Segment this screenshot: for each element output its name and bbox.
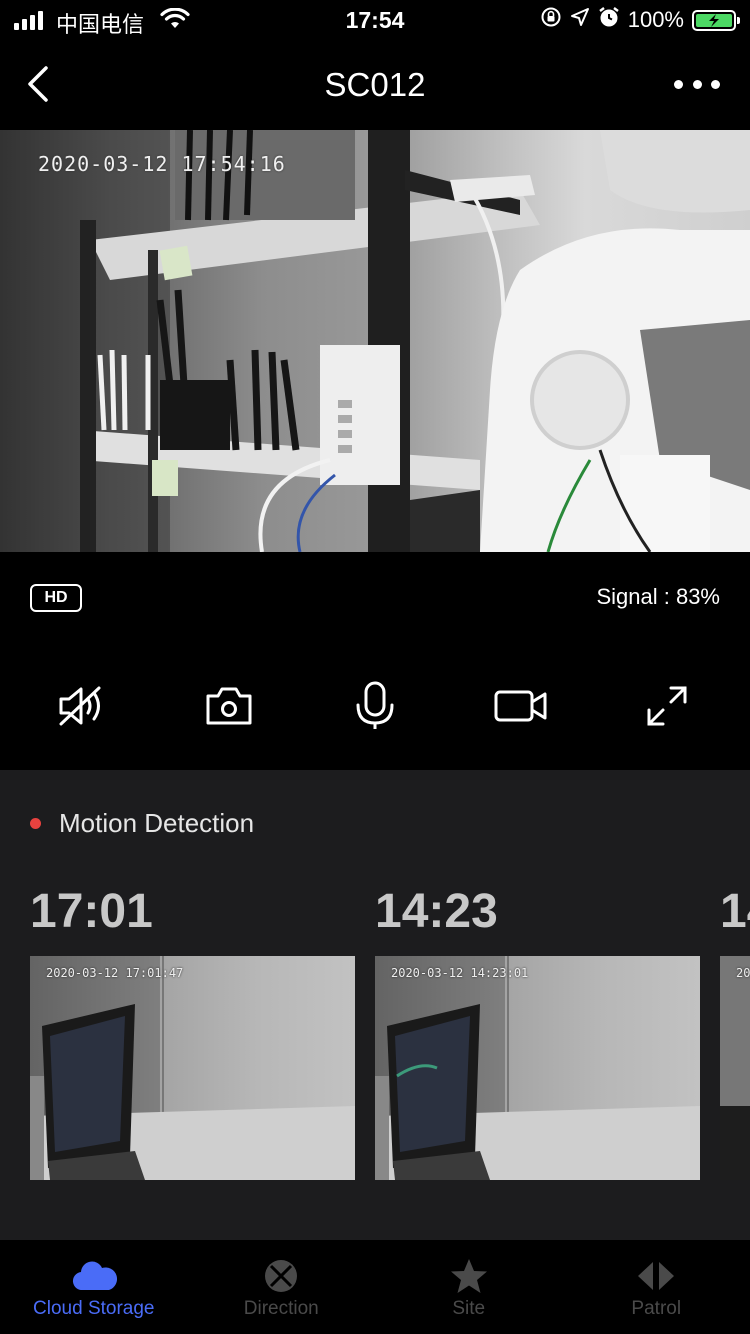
clip-time: 14:23 <box>375 885 498 938</box>
hd-quality-button[interactable]: HD <box>30 584 82 612</box>
video-timestamp: 2020-03-12 17:54:16 <box>38 152 286 176</box>
orientation-lock-icon <box>540 6 562 34</box>
clip-thumbnail[interactable]: 2020-03-12 17:01:47 <box>30 956 355 1180</box>
microphone-icon <box>356 681 394 729</box>
record-button[interactable] <box>481 666 561 746</box>
motion-detection-panel: Motion Detection 17:01 2020-03-12 17:01:… <box>0 770 750 1240</box>
direction-pad-icon <box>257 1258 305 1294</box>
section-title: Motion Detection <box>59 808 255 838</box>
motion-clip[interactable]: 14:23 2020-03-12 14:23:01 <box>375 880 700 1180</box>
clip-preview-image <box>30 956 355 1180</box>
alert-dot-icon <box>30 818 41 829</box>
status-bar: 中国电信 17:54 100% <box>0 0 750 40</box>
clip-timestamp: 2020 <box>736 966 750 980</box>
bottom-tab-bar: Cloud Storage Direction Site Patrol <box>0 1240 750 1334</box>
camera-icon <box>206 687 252 725</box>
tab-label: Direction <box>243 1298 319 1319</box>
location-arrow-icon <box>570 7 590 33</box>
motion-clip-list: 17:01 2020-03-12 17:01:47 14:23 2020-03-… <box>30 880 750 1180</box>
clip-time: 14 <box>720 885 750 938</box>
talk-button[interactable] <box>335 666 415 746</box>
fullscreen-button[interactable] <box>627 666 707 746</box>
tab-direction[interactable]: Direction <box>188 1240 376 1334</box>
speaker-muted-icon <box>59 686 101 726</box>
clip-timestamp: 2020-03-12 14:23:01 <box>391 966 529 980</box>
tab-label: Cloud Storage <box>33 1298 155 1319</box>
motion-detection-header: Motion Detection <box>30 808 254 839</box>
tab-site[interactable]: Site <box>375 1240 563 1334</box>
tab-cloud-storage[interactable]: Cloud Storage <box>0 1240 188 1334</box>
signal-strength: Signal : 83% <box>596 584 720 609</box>
stream-info-row: HD Signal : 83% <box>0 552 750 642</box>
live-video-view[interactable]: 2020-03-12 17:54:16 <box>0 130 750 552</box>
clip-timestamp: 2020-03-12 17:01:47 <box>46 966 184 980</box>
clip-thumbnail[interactable]: 2020 <box>720 956 750 1180</box>
motion-clip[interactable]: 14 2020 <box>720 880 750 1180</box>
clip-preview-image <box>375 956 700 1180</box>
alarm-clock-icon <box>598 6 620 34</box>
expand-icon <box>647 686 687 726</box>
patrol-icon <box>632 1258 680 1294</box>
clip-preview-image <box>720 956 750 1180</box>
more-horizontal-icon <box>674 79 683 89</box>
snapshot-button[interactable] <box>189 666 269 746</box>
star-icon <box>445 1258 493 1294</box>
more-button[interactable] <box>674 72 720 96</box>
tab-label: Patrol <box>631 1298 682 1319</box>
mute-toggle-button[interactable] <box>43 666 123 746</box>
camera-feed-image <box>0 130 750 552</box>
tab-patrol[interactable]: Patrol <box>563 1240 750 1334</box>
battery-percent: 100% <box>627 7 684 32</box>
page-title: SC012 <box>324 66 426 103</box>
tab-label: Site <box>452 1298 486 1319</box>
clip-time: 17:01 <box>30 885 153 938</box>
motion-clip[interactable]: 17:01 2020-03-12 17:01:47 <box>30 880 355 1180</box>
navigation-bar: SC012 <box>0 40 750 130</box>
cloud-icon <box>70 1258 118 1294</box>
clip-thumbnail[interactable]: 2020-03-12 14:23:01 <box>375 956 700 1180</box>
control-toolbar <box>0 642 750 770</box>
battery-icon <box>692 9 740 31</box>
video-camera-icon <box>494 690 547 722</box>
